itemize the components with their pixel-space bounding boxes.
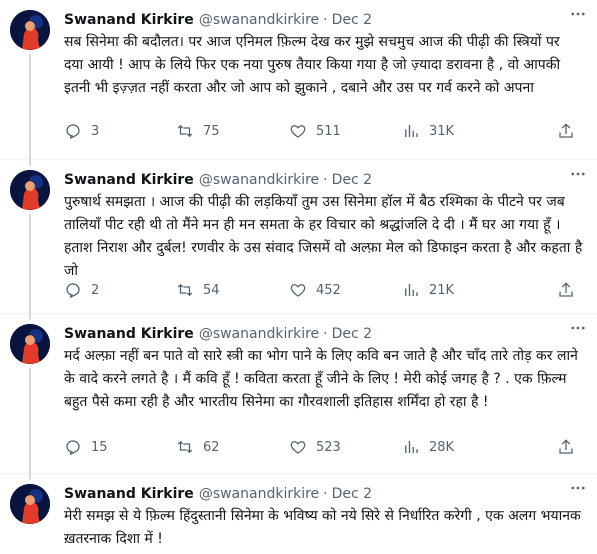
- like-count: 452: [316, 282, 341, 298]
- avatar-image: [10, 324, 50, 364]
- views-icon: [405, 441, 418, 453]
- reply-count: 3: [91, 123, 100, 139]
- separator: ·: [323, 172, 328, 188]
- views-count: 21K: [429, 282, 455, 298]
- retweet-button[interactable]: 75: [176, 121, 220, 141]
- tweet-header: Swanand Kirkire @swanandkirkire · Dec 2: [64, 324, 587, 344]
- tweet-text: मर्द अल्फ़ा नहीं बन पाते वो सारे स्त्री …: [64, 348, 578, 410]
- retweet-icon: [177, 283, 193, 297]
- author-name[interactable]: Swanand Kirkire: [64, 12, 194, 28]
- reply-count: 2: [91, 282, 100, 298]
- author-name[interactable]: Swanand Kirkire: [64, 172, 194, 188]
- separator: ·: [323, 12, 328, 28]
- thread-line: [29, 368, 31, 474]
- retweet-icon: [177, 440, 193, 454]
- thread-line: [29, 214, 31, 314]
- avatar[interactable]: [10, 324, 50, 364]
- tweet-actions: 3 75 511 31K: [64, 121, 587, 141]
- thread-line: [29, 54, 31, 160]
- avatar-image: [10, 10, 50, 50]
- tweet-header: Swanand Kirkire @swanandkirkire · Dec 2: [64, 10, 587, 30]
- tweet-header: Swanand Kirkire @swanandkirkire · Dec 2: [64, 484, 587, 504]
- views-count: 28K: [429, 439, 455, 455]
- like-button[interactable]: 452: [289, 280, 341, 300]
- author-handle[interactable]: @swanandkirkire: [199, 326, 319, 342]
- thread-line: [29, 160, 31, 166]
- tweet-text: सब सिनेमा की बदौलत। पर आज एनिमल फ़िल्म द…: [64, 34, 561, 96]
- tweet[interactable]: Swanand Kirkire @swanandkirkire · Dec 2 …: [0, 0, 597, 160]
- tweet-text: पुरुषार्थ समझता । आज की पीढ़ी की लड़किया…: [64, 194, 583, 279]
- tweet[interactable]: Swanand Kirkire @swanandkirkire · Dec 2 …: [0, 474, 597, 554]
- share-button[interactable]: [557, 437, 575, 457]
- like-icon: [290, 284, 306, 297]
- thread-line: [29, 474, 31, 480]
- tweet-text: मेरी समझ से ये फ़िल्म हिंदुस्तानी सिनेमा…: [64, 508, 581, 547]
- like-count: 511: [316, 123, 341, 139]
- like-icon: [290, 441, 306, 454]
- like-count: 523: [316, 439, 341, 455]
- author-name[interactable]: Swanand Kirkire: [64, 326, 194, 342]
- tweet-date[interactable]: Dec 2: [332, 486, 372, 502]
- author-name[interactable]: Swanand Kirkire: [64, 486, 194, 502]
- views-button[interactable]: 28K: [402, 437, 454, 457]
- reply-icon: [66, 124, 80, 140]
- thread-line: [29, 314, 31, 320]
- more-icon[interactable]: [565, 164, 591, 184]
- views-button[interactable]: 31K: [402, 121, 454, 141]
- reply-button[interactable]: 3: [64, 121, 99, 141]
- views-count: 31K: [429, 123, 455, 139]
- share-button[interactable]: [557, 280, 575, 300]
- avatar[interactable]: [10, 170, 50, 210]
- tweet[interactable]: Swanand Kirkire @swanandkirkire · Dec 2 …: [0, 314, 597, 474]
- more-icon[interactable]: [565, 478, 591, 498]
- tweet-actions: 2 54 452 21K: [64, 280, 587, 300]
- share-icon: [559, 439, 573, 454]
- tweet-date[interactable]: Dec 2: [332, 326, 372, 342]
- more-icon[interactable]: [565, 4, 591, 24]
- retweet-count: 54: [203, 282, 220, 298]
- tweet-date[interactable]: Dec 2: [332, 12, 372, 28]
- reply-count: 15: [91, 439, 108, 455]
- share-button[interactable]: [557, 121, 575, 141]
- author-handle[interactable]: @swanandkirkire: [199, 172, 319, 188]
- separator: ·: [323, 326, 328, 342]
- more-icon[interactable]: [565, 318, 591, 338]
- retweet-icon: [177, 124, 193, 138]
- tweet-actions: 15 62 523 28K: [64, 437, 587, 457]
- author-handle[interactable]: @swanandkirkire: [199, 486, 319, 502]
- views-icon: [405, 125, 418, 137]
- reply-icon: [66, 283, 80, 299]
- retweet-button[interactable]: 62: [176, 437, 220, 457]
- share-icon: [559, 282, 573, 297]
- like-button[interactable]: 511: [289, 121, 341, 141]
- views-icon: [405, 284, 418, 296]
- like-button[interactable]: 523: [289, 437, 341, 457]
- avatar-image: [10, 170, 50, 210]
- author-handle[interactable]: @swanandkirkire: [199, 12, 319, 28]
- reply-button[interactable]: 15: [64, 437, 108, 457]
- reply-icon: [66, 440, 80, 456]
- avatar[interactable]: [10, 484, 50, 524]
- avatar-image: [10, 484, 50, 524]
- tweet-header: Swanand Kirkire @swanandkirkire · Dec 2: [64, 170, 587, 190]
- separator: ·: [323, 486, 328, 502]
- views-button[interactable]: 21K: [402, 280, 454, 300]
- avatar[interactable]: [10, 10, 50, 50]
- retweet-count: 62: [203, 439, 220, 455]
- reply-button[interactable]: 2: [64, 280, 99, 300]
- share-icon: [559, 123, 573, 138]
- retweet-count: 75: [203, 123, 220, 139]
- tweet-thread: Swanand Kirkire @swanandkirkire · Dec 2 …: [0, 0, 597, 554]
- tweet-date[interactable]: Dec 2: [332, 172, 372, 188]
- tweet[interactable]: Swanand Kirkire @swanandkirkire · Dec 2 …: [0, 160, 597, 314]
- retweet-button[interactable]: 54: [176, 280, 220, 300]
- like-icon: [290, 125, 306, 138]
